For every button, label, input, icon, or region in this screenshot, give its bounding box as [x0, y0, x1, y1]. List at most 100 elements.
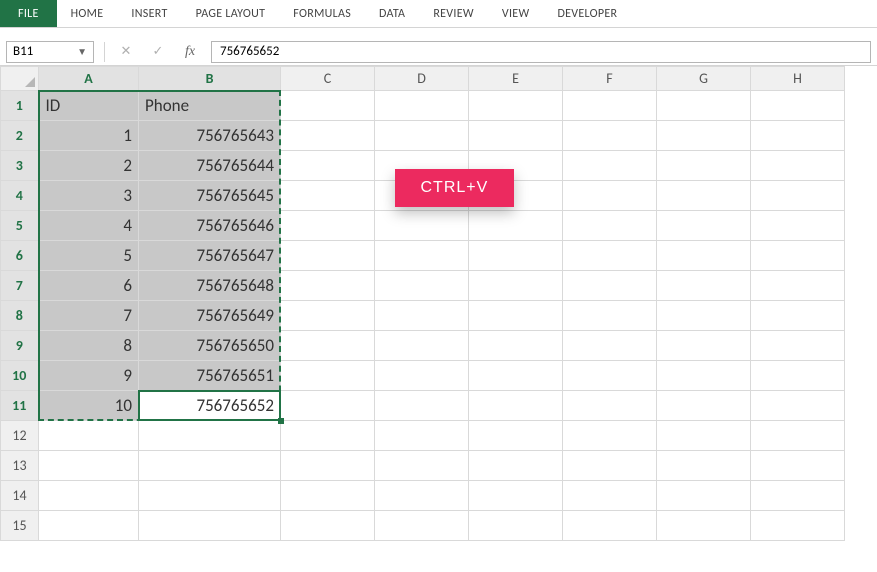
cell-H15[interactable]	[751, 511, 845, 541]
cell-F10[interactable]	[563, 361, 657, 391]
cell-F4[interactable]	[563, 181, 657, 211]
cell-E1[interactable]	[469, 91, 563, 121]
cell-D14[interactable]	[375, 481, 469, 511]
cell-B3[interactable]: 756765644	[139, 151, 281, 181]
cell-E10[interactable]	[469, 361, 563, 391]
cell-A4[interactable]: 3	[39, 181, 139, 211]
column-header-F[interactable]: F	[563, 67, 657, 91]
cell-B15[interactable]	[139, 511, 281, 541]
tab-data[interactable]: DATA	[365, 0, 419, 27]
cell-D10[interactable]	[375, 361, 469, 391]
cell-A15[interactable]	[39, 511, 139, 541]
cell-B6[interactable]: 756765647	[139, 241, 281, 271]
cell-A10[interactable]: 9	[39, 361, 139, 391]
column-header-B[interactable]: B	[139, 67, 281, 91]
cell-G8[interactable]	[657, 301, 751, 331]
cell-A6[interactable]: 5	[39, 241, 139, 271]
cell-H3[interactable]	[751, 151, 845, 181]
cell-G1[interactable]	[657, 91, 751, 121]
formula-input[interactable]: 756765652	[211, 41, 871, 63]
cell-C15[interactable]	[281, 511, 375, 541]
cell-F13[interactable]	[563, 451, 657, 481]
row-header-7[interactable]: 7	[1, 271, 39, 301]
tab-insert[interactable]: INSERT	[117, 0, 181, 27]
cell-H5[interactable]	[751, 211, 845, 241]
cell-E11[interactable]	[469, 391, 563, 421]
cell-E14[interactable]	[469, 481, 563, 511]
cell-B7[interactable]: 756765648	[139, 271, 281, 301]
cell-G13[interactable]	[657, 451, 751, 481]
cell-B4[interactable]: 756765645	[139, 181, 281, 211]
cell-B12[interactable]	[139, 421, 281, 451]
row-header-13[interactable]: 13	[1, 451, 39, 481]
cell-B13[interactable]	[139, 451, 281, 481]
cell-E2[interactable]	[469, 121, 563, 151]
cell-A11[interactable]: 10	[39, 391, 139, 421]
cell-E13[interactable]	[469, 451, 563, 481]
cell-F5[interactable]	[563, 211, 657, 241]
row-header-9[interactable]: 9	[1, 331, 39, 361]
cell-H8[interactable]	[751, 301, 845, 331]
column-header-E[interactable]: E	[469, 67, 563, 91]
cell-F9[interactable]	[563, 331, 657, 361]
cell-F11[interactable]	[563, 391, 657, 421]
cell-G3[interactable]	[657, 151, 751, 181]
cell-B10[interactable]: 756765651	[139, 361, 281, 391]
cell-D9[interactable]	[375, 331, 469, 361]
cell-E15[interactable]	[469, 511, 563, 541]
cell-G9[interactable]	[657, 331, 751, 361]
cell-G14[interactable]	[657, 481, 751, 511]
cell-A2[interactable]: 1	[39, 121, 139, 151]
cell-D6[interactable]	[375, 241, 469, 271]
column-header-A[interactable]: A	[39, 67, 139, 91]
cell-G4[interactable]	[657, 181, 751, 211]
cell-H2[interactable]	[751, 121, 845, 151]
row-header-4[interactable]: 4	[1, 181, 39, 211]
cell-D7[interactable]	[375, 271, 469, 301]
row-header-15[interactable]: 15	[1, 511, 39, 541]
cell-D13[interactable]	[375, 451, 469, 481]
row-header-3[interactable]: 3	[1, 151, 39, 181]
cell-H6[interactable]	[751, 241, 845, 271]
row-header-6[interactable]: 6	[1, 241, 39, 271]
tab-review[interactable]: REVIEW	[419, 0, 488, 27]
cell-G10[interactable]	[657, 361, 751, 391]
cell-C11[interactable]	[281, 391, 375, 421]
cell-A12[interactable]	[39, 421, 139, 451]
cell-H4[interactable]	[751, 181, 845, 211]
cell-H9[interactable]	[751, 331, 845, 361]
row-header-14[interactable]: 14	[1, 481, 39, 511]
row-header-2[interactable]: 2	[1, 121, 39, 151]
cell-H13[interactable]	[751, 451, 845, 481]
cell-D12[interactable]	[375, 421, 469, 451]
cell-E6[interactable]	[469, 241, 563, 271]
cell-E12[interactable]	[469, 421, 563, 451]
cell-G6[interactable]	[657, 241, 751, 271]
cell-G5[interactable]	[657, 211, 751, 241]
cell-D15[interactable]	[375, 511, 469, 541]
cell-E7[interactable]	[469, 271, 563, 301]
dropdown-icon[interactable]: ▼	[77, 45, 87, 58]
cell-B9[interactable]: 756765650	[139, 331, 281, 361]
cell-H10[interactable]	[751, 361, 845, 391]
cell-D2[interactable]	[375, 121, 469, 151]
row-header-11[interactable]: 11	[1, 391, 39, 421]
name-box[interactable]: B11 ▼	[6, 41, 94, 63]
cell-G12[interactable]	[657, 421, 751, 451]
column-header-D[interactable]: D	[375, 67, 469, 91]
cell-F6[interactable]	[563, 241, 657, 271]
cancel-icon[interactable]: ✕	[115, 44, 137, 59]
row-header-10[interactable]: 10	[1, 361, 39, 391]
cell-C13[interactable]	[281, 451, 375, 481]
cell-B8[interactable]: 756765649	[139, 301, 281, 331]
tab-home[interactable]: HOME	[57, 0, 118, 27]
cell-B2[interactable]: 756765643	[139, 121, 281, 151]
tab-formulas[interactable]: FORMULAS	[279, 0, 365, 27]
cell-C9[interactable]	[281, 331, 375, 361]
cell-C12[interactable]	[281, 421, 375, 451]
row-header-8[interactable]: 8	[1, 301, 39, 331]
cell-H14[interactable]	[751, 481, 845, 511]
cell-G2[interactable]	[657, 121, 751, 151]
tab-page-layout[interactable]: PAGE LAYOUT	[182, 0, 280, 27]
cell-E9[interactable]	[469, 331, 563, 361]
